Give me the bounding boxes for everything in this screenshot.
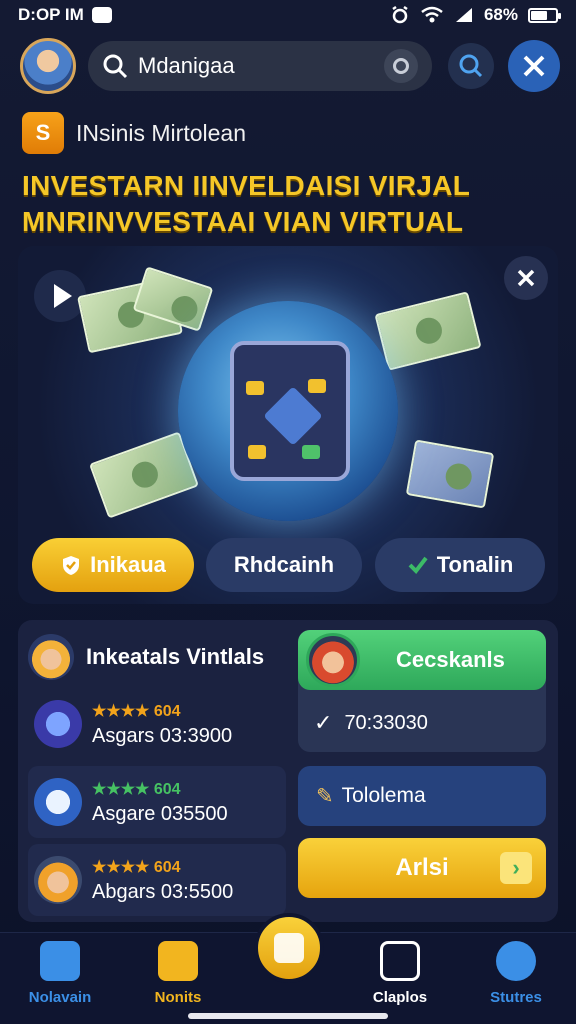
tab-label: Stutres (490, 989, 542, 1006)
map-icon (40, 941, 80, 981)
list-item[interactable]: ★★★★ 604 Abgars 03:5500 (28, 844, 286, 916)
search-input[interactable]: Mdanigaa (138, 53, 384, 79)
wallet-icon (274, 933, 304, 963)
rating-value: 604 (153, 858, 181, 876)
message-icon (91, 7, 112, 23)
invest-button[interactable]: Inikaua (32, 538, 194, 592)
tertiary-button-label: Tonalin (436, 552, 514, 577)
rating: ★★★★ 604 (92, 701, 232, 721)
tool-button[interactable]: ✎ Tololema (298, 766, 546, 826)
headline-primary: INVESTARN IINVELDAISI VIRJAL (22, 170, 471, 201)
star-rating-icons: ★★★★ (92, 858, 150, 876)
hero-banner: Inikaua Rhdcainh Tonalin (18, 246, 558, 604)
search-button[interactable] (448, 43, 494, 89)
rating: ★★★★ 604 (92, 857, 233, 877)
signal-icon (455, 8, 472, 22)
avatar (34, 856, 82, 904)
checked-label: Cecskanls (396, 647, 505, 672)
list-item[interactable]: ★★★★ 604 Asgars 03:3900 (28, 688, 286, 760)
brand-logo: S (22, 112, 64, 154)
document-illustration (405, 439, 495, 509)
tab-label: Nonits (154, 989, 202, 1006)
avatar (306, 633, 360, 687)
tool-button-label: Tololema (341, 784, 426, 807)
battery-percent: 68% (483, 5, 518, 24)
chevron-right-icon: › (500, 852, 532, 884)
user-avatar[interactable] (20, 38, 76, 94)
money-illustration (374, 291, 482, 371)
status-right: 68% (390, 5, 561, 25)
hero-close-button[interactable] (504, 256, 548, 300)
primary-action-label: Arlsi (395, 854, 449, 881)
amount: Asgare 035500 (92, 802, 228, 825)
star-rating-icons: ★★★★ (92, 780, 150, 798)
tertiary-button[interactable]: Tonalin (375, 538, 545, 592)
gear-icon (496, 941, 536, 981)
tab-label: Nolavain (28, 989, 92, 1006)
star-rating-icons: ★★★★ (92, 702, 150, 720)
list-item-info: ★★★★ 604 Abgars 03:5500 (92, 857, 233, 904)
investor-list-header: Inkeatals Vintlals (28, 626, 286, 688)
search-bar[interactable]: Mdanigaa (88, 41, 432, 91)
tab-money[interactable]: Nonits (128, 941, 228, 1006)
investor-list: Inkeatals Vintlals ★★★★ 604 Asgars 03:39… (28, 626, 286, 916)
chart-icon (158, 941, 198, 981)
top-bar: Mdanigaa (20, 36, 560, 96)
bottom-nav: Nolavain Nonits Claplos Stutres (0, 913, 576, 1024)
secondary-button[interactable]: Rhdcainh (206, 538, 362, 592)
brand: S INsinis Mirtolean (22, 112, 246, 154)
list-item-info: ★★★★ 604 Asgare 035500 (92, 779, 228, 826)
close-icon (523, 55, 545, 77)
home-indicator (188, 1013, 388, 1019)
status-time: D:OP IM (18, 5, 84, 24)
magnifier-icon (459, 54, 483, 78)
status-time-value: 70:33030 (344, 711, 428, 734)
avatar (34, 778, 82, 826)
search-icon (103, 54, 128, 79)
investor-list-title: Inkeatals Vintlals (86, 644, 265, 669)
headline-secondary: MNRINVVESTAAI VIAN VIRTUAL (22, 206, 464, 237)
alarm-icon (392, 5, 408, 24)
primary-action-button[interactable]: Arlsi › (298, 838, 546, 898)
checkmark-icon: ✓ (314, 710, 333, 735)
close-icon (517, 269, 535, 287)
avatar (28, 634, 74, 680)
brand-name: INsinis Mirtolean (76, 119, 246, 146)
lens-icon[interactable] (384, 49, 418, 83)
avatar (34, 700, 82, 748)
status-bar: D:OP IM 68% (0, 0, 576, 30)
dice-icon (380, 941, 420, 981)
status-time: ✓ 70:33030 (314, 710, 428, 736)
close-button[interactable] (508, 40, 560, 92)
rating-value: 604 (153, 702, 181, 720)
status-card[interactable]: Cecskanls ✓ 70:33030 (298, 630, 546, 752)
investors-panel: Inkeatals Vintlals ★★★★ 604 Asgars 03:39… (18, 620, 558, 922)
battery-icon (528, 7, 561, 23)
wifi-icon (421, 6, 443, 23)
secondary-button-label: Rhdcainh (233, 552, 335, 577)
amount: Asgars 03:3900 (92, 724, 233, 747)
list-item-info: ★★★★ 604 Asgars 03:3900 (92, 701, 232, 748)
tab-navigation[interactable]: Nolavain (10, 941, 110, 1006)
invest-button-label: Inikaua (90, 552, 166, 577)
rating-value: 604 (153, 780, 181, 798)
check-icon (408, 556, 428, 575)
list-item[interactable]: ★★★★ 604 Asgare 035500 (28, 766, 286, 838)
amount: Abgars 03:5500 (92, 880, 234, 903)
tab-graphs[interactable]: Claplos (350, 941, 450, 1006)
rating: ★★★★ 604 (92, 779, 228, 799)
checked-banner[interactable]: Cecskanls (298, 630, 546, 690)
tablet-illustration (230, 341, 350, 481)
tab-settings[interactable]: Stutres (466, 941, 566, 1006)
shield-check-icon (63, 556, 80, 575)
center-action-button[interactable] (254, 913, 324, 983)
action-column: Cecskanls ✓ 70:33030 ✎ Tololema Arlsi › (298, 630, 546, 898)
tab-label: Claplos (372, 989, 428, 1006)
wrench-icon: ✎ (316, 784, 334, 808)
